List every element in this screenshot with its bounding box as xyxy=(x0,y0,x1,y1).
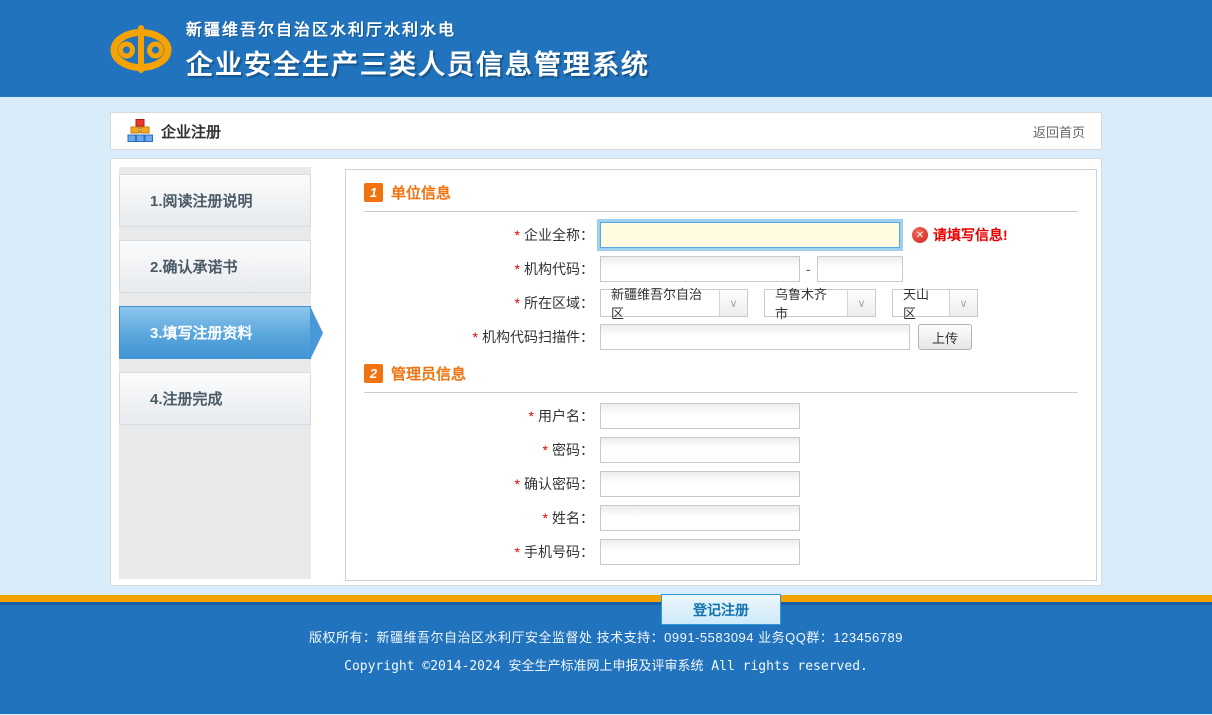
org-code-suffix-input[interactable] xyxy=(817,256,903,282)
footer-copyright-line2: Copyright ©2014-2024 安全生产标准网上申报及评审系统 All… xyxy=(0,655,1212,674)
main-container: 1.阅读注册说明 2.确认承诺书 3.填写注册资料 4.注册完成 1 单位信息 … xyxy=(110,158,1102,586)
row-real-name: *姓名： xyxy=(364,504,1078,532)
form-area: 1 单位信息 *企业全称： ✕ 请填写信息! *机构代码： xyxy=(311,167,1097,577)
org-code-scan-input[interactable] xyxy=(600,324,910,350)
registration-form-panel: 1 单位信息 *企业全称： ✕ 请填写信息! *机构代码： xyxy=(345,169,1097,581)
confirm-password-input[interactable] xyxy=(600,471,800,497)
step-registration-complete[interactable]: 4.注册完成 xyxy=(119,372,311,425)
field-label: 企业全称： xyxy=(524,227,594,243)
error-text: 请填写信息! xyxy=(933,225,1008,245)
required-mark: * xyxy=(515,261,520,277)
step-label: 3.填写注册资料 xyxy=(150,322,253,343)
org-chart-icon xyxy=(127,119,153,143)
district-select[interactable]: 天山区 ∨ xyxy=(892,289,978,317)
required-mark: * xyxy=(543,442,548,458)
required-mark: * xyxy=(529,408,534,424)
section-title: 单位信息 xyxy=(391,182,451,203)
submit-row: 登记注册 xyxy=(345,594,1097,625)
district-select-value: 天山区 xyxy=(893,290,949,316)
row-org-code: *机构代码： - xyxy=(364,255,1078,283)
city-select-value: 乌鲁木齐市 xyxy=(765,290,847,316)
org-code-main-input[interactable] xyxy=(600,256,800,282)
field-label: 用户名： xyxy=(538,408,594,424)
breadcrumb-bar: 企业注册 返回首页 xyxy=(110,112,1102,150)
field-label: 所在区域： xyxy=(524,295,594,311)
field-label: 机构代码扫描件： xyxy=(482,329,594,345)
site-header: 新疆维吾尔自治区水利厅水利水电 企业安全生产三类人员信息管理系统 xyxy=(0,0,1212,97)
field-label: 确认密码： xyxy=(524,476,594,492)
page-title: 企业注册 xyxy=(161,121,221,142)
header-title: 企业安全生产三类人员信息管理系统 xyxy=(186,43,650,82)
real-name-input[interactable] xyxy=(600,505,800,531)
chevron-down-icon[interactable]: ∨ xyxy=(949,290,977,316)
password-input[interactable] xyxy=(600,437,800,463)
required-mark: * xyxy=(543,510,548,526)
field-label: 姓名： xyxy=(552,510,594,526)
step-confirm-commitment[interactable]: 2.确认承诺书 xyxy=(119,240,311,293)
back-home-link[interactable]: 返回首页 xyxy=(1033,122,1085,141)
row-password: *密码： xyxy=(364,436,1078,464)
row-company-name: *企业全称： ✕ 请填写信息! xyxy=(364,221,1078,249)
field-label: 密码： xyxy=(552,442,594,458)
required-mark: * xyxy=(515,476,520,492)
step-label: 1.阅读注册说明 xyxy=(150,190,253,211)
field-label: 机构代码： xyxy=(524,261,594,277)
step-label: 4.注册完成 xyxy=(150,388,223,409)
upload-button[interactable]: 上传 xyxy=(918,324,972,350)
divider xyxy=(364,392,1078,393)
company-name-input[interactable] xyxy=(600,222,900,248)
section-number-badge: 2 xyxy=(364,364,383,383)
section-admin-info-header: 2 管理员信息 xyxy=(364,363,1078,384)
section-title: 管理员信息 xyxy=(391,363,466,384)
register-submit-button[interactable]: 登记注册 xyxy=(661,594,781,625)
row-username: *用户名： xyxy=(364,402,1078,430)
step-label: 2.确认承诺书 xyxy=(150,256,238,277)
required-mark: * xyxy=(515,295,520,311)
section-number-badge: 1 xyxy=(364,183,383,202)
divider xyxy=(364,211,1078,212)
mobile-input[interactable] xyxy=(600,539,800,565)
section-unit-info-header: 1 单位信息 xyxy=(364,182,1078,203)
province-select[interactable]: 新疆维吾尔自治区 ∨ xyxy=(600,289,748,317)
steps-sidebar: 1.阅读注册说明 2.确认承诺书 3.填写注册资料 4.注册完成 xyxy=(119,167,311,579)
required-mark: * xyxy=(473,329,478,345)
error-icon: ✕ xyxy=(912,227,928,243)
required-mark: * xyxy=(515,227,520,243)
org-code-separator: - xyxy=(806,261,811,277)
row-confirm-password: *确认密码： xyxy=(364,470,1078,498)
step-fill-registration[interactable]: 3.填写注册资料 xyxy=(119,306,311,359)
step-read-instructions[interactable]: 1.阅读注册说明 xyxy=(119,174,311,227)
chevron-down-icon[interactable]: ∨ xyxy=(719,290,747,316)
footer-copyright-line1: 版权所有：新疆维吾尔自治区水利厅安全监督处 技术支持：0991-5583094 … xyxy=(0,627,1212,646)
province-select-value: 新疆维吾尔自治区 xyxy=(601,290,719,316)
row-mobile: *手机号码： xyxy=(364,538,1078,566)
city-select[interactable]: 乌鲁木齐市 ∨ xyxy=(764,289,876,317)
required-mark: * xyxy=(515,544,520,560)
chevron-down-icon[interactable]: ∨ xyxy=(847,290,875,316)
field-label: 手机号码： xyxy=(524,544,594,560)
username-input[interactable] xyxy=(600,403,800,429)
header-subtitle: 新疆维吾尔自治区水利厅水利水电 xyxy=(186,16,650,40)
validation-error: ✕ 请填写信息! xyxy=(912,225,1008,245)
row-org-code-scan: *机构代码扫描件： 上传 xyxy=(364,323,1078,351)
water-authority-logo-icon xyxy=(110,23,172,75)
row-region: *所在区域： 新疆维吾尔自治区 ∨ 乌鲁木齐市 ∨ 天山区 ∨ xyxy=(364,289,1078,317)
